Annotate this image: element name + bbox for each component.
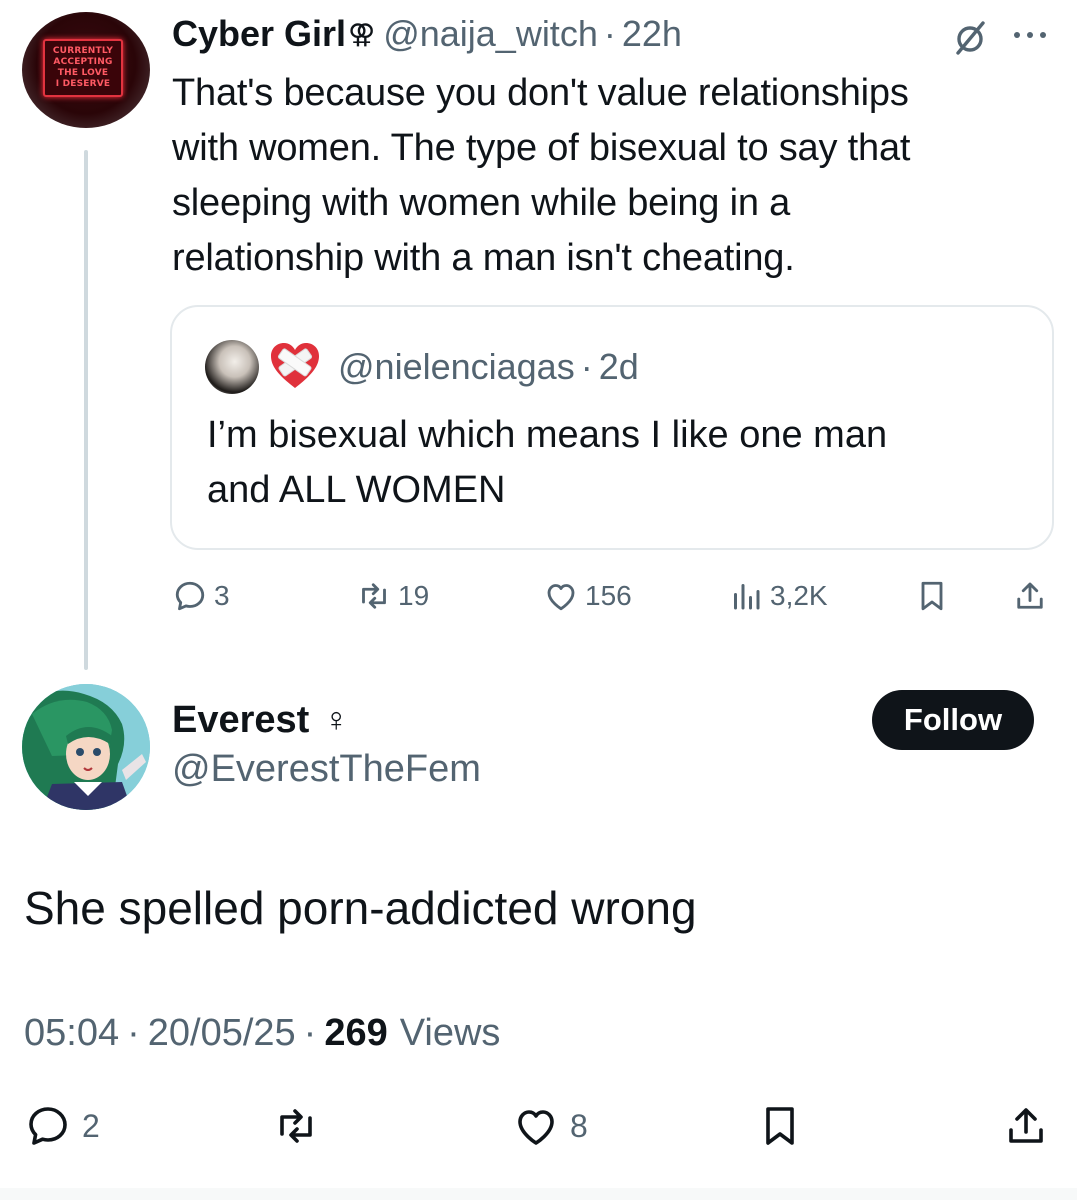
avatar-neon-sign: CURRENTLY ACCEPTING THE LOVE I DESERVE [43, 39, 123, 97]
quoted-tweet-text: I’m bisexual which means I like one man … [207, 408, 1027, 518]
sign-line: CURRENTLY [52, 46, 114, 56]
repost-button[interactable]: 19 [356, 576, 429, 616]
repost-icon [362, 583, 386, 609]
separator-dot: · [603, 13, 616, 54]
repost-button[interactable] [272, 1098, 320, 1154]
display-name[interactable]: Cyber Girl [172, 13, 346, 55]
text-line: relationship with a man isn't cheating. [172, 237, 795, 279]
display-name[interactable]: Everest [172, 699, 309, 742]
separator-dot: · [580, 346, 593, 387]
bottom-divider [0, 1188, 1077, 1200]
text-line: That's because you don't value relations… [172, 72, 909, 114]
name-emoji: ⚢ [348, 18, 376, 49]
like-icon [518, 1110, 554, 1145]
views-count: 269 [324, 1011, 388, 1054]
repost-icon [280, 1109, 312, 1143]
sign-line: I DESERVE [55, 79, 111, 89]
like-icon [547, 584, 575, 611]
share-button[interactable] [1002, 1098, 1050, 1154]
share-icon [1017, 582, 1043, 609]
like-count: 8 [570, 1107, 588, 1144]
like-button[interactable]: 156 [543, 576, 632, 616]
reply-button[interactable]: 2 [24, 1098, 100, 1154]
anime-avatar-image [22, 684, 150, 810]
share-button[interactable] [1012, 576, 1048, 616]
reply-icon [175, 581, 205, 611]
like-button[interactable]: 8 [512, 1098, 588, 1154]
avatar-nielenciagas[interactable] [205, 340, 259, 394]
text-line: I’m bisexual which means I like one man [207, 414, 888, 456]
timestamp[interactable]: 22h [622, 13, 682, 55]
reply-count: 3 [214, 580, 230, 611]
bookmark-icon [921, 581, 943, 611]
female-sign-icon: ♀ [323, 700, 349, 739]
handle[interactable]: @EverestTheFem [172, 748, 481, 791]
bookmark-icon [766, 1107, 794, 1145]
views-button[interactable]: 3,2K [728, 576, 828, 616]
avatar-everest[interactable] [22, 684, 150, 810]
separator-dot: · [303, 1011, 317, 1054]
sign-line: ACCEPTING [53, 57, 113, 67]
tweet-metadata: 05:04 · 20/05/25 · 269 Views [24, 1008, 500, 1058]
tweet-date[interactable]: 20/05/25 [148, 1012, 296, 1055]
parent-tweet-header: Cyber Girl ⚢ @naija_witch · 22h [172, 12, 682, 56]
tweet-time[interactable]: 05:04 [24, 1012, 119, 1055]
reply-icon [29, 1107, 67, 1145]
bookmark-button[interactable] [914, 576, 950, 616]
like-count: 156 [585, 580, 632, 611]
handle[interactable]: @naija_witch [383, 13, 598, 55]
main-tweet-text: She spelled porn-addicted wrong [24, 882, 697, 934]
parent-tweet-text: That's because you don't value relations… [172, 66, 1052, 286]
grok-icon[interactable] [950, 18, 990, 58]
more-icon[interactable] [1010, 28, 1050, 42]
text-line: sleeping with women while being in a [172, 182, 791, 224]
quoted-timestamp: 2d [598, 346, 639, 387]
bookmark-button[interactable] [756, 1098, 804, 1154]
avatar-cyber-girl[interactable]: CURRENTLY ACCEPTING THE LOVE I DESERVE [22, 12, 150, 128]
text-line: with women. The type of bisexual to say … [172, 127, 911, 169]
views-label: Views [399, 1011, 501, 1054]
views-icon [734, 584, 760, 610]
quoted-handle[interactable]: @nielenciagas [338, 346, 575, 388]
thread-line [84, 150, 88, 670]
follow-button[interactable]: Follow [872, 690, 1034, 750]
reply-button[interactable]: 3 [172, 576, 230, 616]
views-count: 3,2K [770, 580, 828, 611]
separator-dot: · [127, 1011, 140, 1054]
main-tweet-author: Everest ♀ [172, 696, 349, 744]
quoted-tweet-header: @nielenciagas · 2d [338, 342, 639, 392]
mending-heart-icon [271, 343, 319, 388]
reply-count: 2 [82, 1107, 100, 1144]
sign-line: THE LOVE [57, 68, 109, 78]
share-icon [1009, 1108, 1043, 1143]
text-line: and ALL WOMEN [207, 469, 506, 511]
repost-count: 19 [398, 580, 430, 611]
